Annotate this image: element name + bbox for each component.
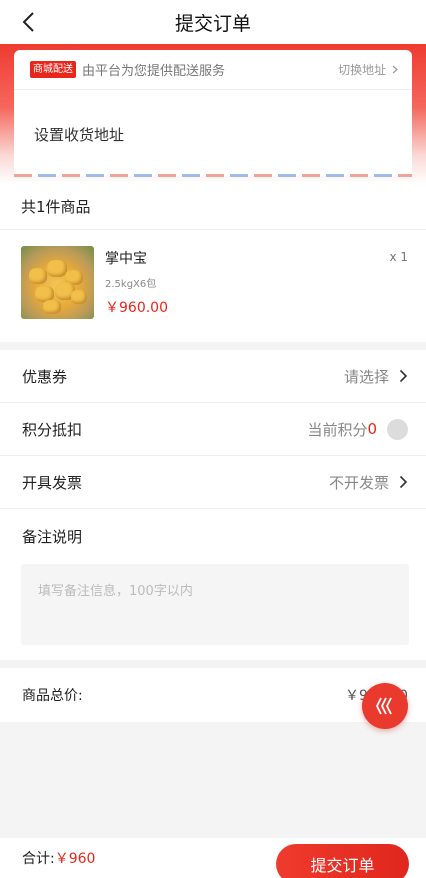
invoice-row[interactable]: 开具发票 不开发票 <box>0 456 426 509</box>
invoice-label: 开具发票 <box>22 473 83 492</box>
chevron-right-icon <box>399 369 408 383</box>
order-options: 优惠券 请选择 积分抵扣 当前积分 0 开具发票 不开发票 备注说明 填写备注信… <box>0 350 426 660</box>
triple-chevron-left-icon <box>375 697 392 715</box>
delivery-badge: 商城配送 <box>30 61 76 78</box>
back-button[interactable] <box>14 8 42 36</box>
submit-order-button[interactable]: 提交订单 <box>276 844 409 878</box>
product-name: 掌中宝 <box>105 251 147 267</box>
points-toggle[interactable] <box>387 418 408 440</box>
delivery-info-row: 商城配送 由平台为您提供配送服务 切换地址 <box>14 50 412 90</box>
points-text: 当前积分 <box>307 420 368 439</box>
product-spec: 2.5kgX6包 <box>105 279 157 290</box>
top-nav-bar: 提交订单 <box>0 0 426 44</box>
total-price-label: 商品总价: <box>22 688 83 704</box>
product-item[interactable]: 掌中宝 2.5kgX6包 ￥960.00 x 1 <box>0 230 426 342</box>
chevron-left-icon <box>22 12 34 32</box>
total-price-row: 商品总价: ￥960.00 <box>0 668 426 722</box>
chevron-right-icon <box>399 475 408 489</box>
page-title: 提交订单 <box>174 12 251 35</box>
sum-label: 合计: <box>22 851 55 867</box>
product-quantity: x 1 <box>389 250 408 264</box>
invoice-value: 不开发票 <box>328 473 389 492</box>
product-price: ￥960.00 <box>105 300 168 316</box>
chevron-right-icon <box>392 65 398 74</box>
airmail-stripe-divider <box>14 174 412 177</box>
remark-input[interactable]: 填写备注信息，100字以内 <box>21 564 409 645</box>
remark-label: 备注说明 <box>22 528 83 546</box>
switch-address-label: 切换地址 <box>338 63 387 77</box>
delivery-text: 由平台为您提供配送服务 <box>82 64 226 79</box>
switch-address-link[interactable]: 切换地址 <box>338 61 398 78</box>
points-label: 积分抵扣 <box>22 420 83 439</box>
address-card[interactable]: 商城配送 由平台为您提供配送服务 切换地址 设置收货地址 <box>14 50 412 176</box>
set-address-label[interactable]: 设置收货地址 <box>14 90 412 145</box>
coupon-label: 优惠券 <box>22 367 68 386</box>
sum-value: ￥960 <box>54 851 96 867</box>
product-image <box>21 246 94 319</box>
goods-count: 共1件商品 <box>0 184 426 230</box>
coupon-row[interactable]: 优惠券 请选择 <box>0 350 426 403</box>
points-row: 积分抵扣 当前积分 0 <box>0 403 426 456</box>
goods-section: 共1件商品 掌中宝 2.5kgX6包 ￥960.00 x 1 <box>0 184 426 342</box>
floating-action-button[interactable] <box>362 683 408 729</box>
points-value: 0 <box>367 420 377 438</box>
coupon-value: 请选择 <box>343 367 389 386</box>
